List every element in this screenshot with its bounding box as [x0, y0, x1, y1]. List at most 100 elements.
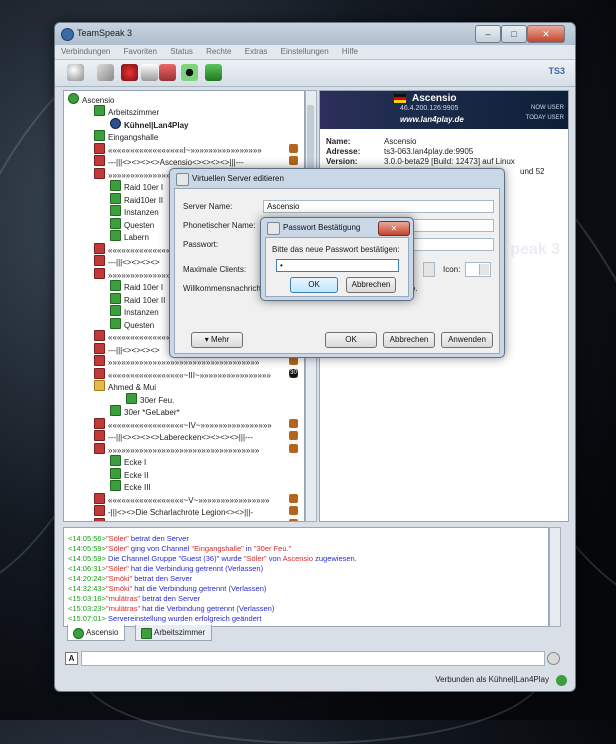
chat-text: "Söler": [243, 554, 267, 563]
tab-ascensio[interactable]: Ascensio: [67, 625, 126, 641]
password-label: Passwort:: [183, 240, 219, 249]
channel-row[interactable]: Arbeitszimmer: [94, 105, 159, 117]
menu-einstellungen[interactable]: Einstellungen: [281, 45, 329, 59]
cancel-button[interactable]: Abbrechen: [346, 277, 396, 293]
tab-arbeitszimmer[interactable]: Arbeitszimmer: [135, 625, 213, 641]
menu-extras[interactable]: Extras: [245, 45, 268, 59]
channel-flag-icon: [289, 143, 298, 153]
teamspeak-window: TeamSpeak 3 – □ ✕ Verbindungen Favoriten…: [54, 22, 576, 692]
channel-row[interactable]: Labern: [110, 230, 149, 242]
channel-row[interactable]: ---|||<><><><>Ascensio<><><><>|||---: [94, 155, 244, 167]
channel-row[interactable]: ---|||<><><><>: [94, 342, 160, 355]
channel-row[interactable]: -|||<><>Die Scharlachrote Legion<><>|||-: [94, 505, 253, 517]
menu-hilfe[interactable]: Hilfe: [342, 45, 358, 59]
channel-row[interactable]: Questen: [110, 217, 154, 230]
channel-label: Arbeitszimmer: [108, 108, 160, 117]
microphone-icon[interactable]: [205, 64, 222, 81]
channel-flag-icon: [289, 156, 298, 165]
channel-row[interactable]: 30er Feu.: [126, 392, 174, 405]
menu-status[interactable]: Status: [170, 45, 193, 59]
title-bar[interactable]: TeamSpeak 3 – □ ✕: [55, 23, 575, 45]
disconnect-icon[interactable]: [121, 64, 138, 81]
menu-favoriten[interactable]: Favoriten: [124, 45, 157, 59]
chat-text: Die Channel Gruppe "Guest (36)" wurde: [105, 554, 244, 563]
password-confirm-field[interactable]: •: [276, 259, 399, 272]
apply-button[interactable]: Anwenden: [441, 332, 493, 348]
channel-label: »»»»»»»»»»»»»»»»»»»»»»»»»»»»»»»»»»: [108, 521, 259, 522]
cancel-button[interactable]: Abbrechen: [383, 332, 435, 348]
channel-label: 30er *GeLaber*: [124, 408, 180, 417]
chat-scrollbar[interactable]: [549, 527, 561, 627]
channel-row[interactable]: »»»»»»»»»»»»»»»»»»»»»»»»»»»»»»»»»»: [94, 442, 259, 455]
folder-icon: [94, 380, 105, 391]
channel-label: Raid 10er I: [124, 183, 164, 192]
close-button[interactable]: ✕: [378, 221, 410, 236]
chat-text: hat die Verbindung getrennt (Verlassen): [132, 584, 267, 593]
server-name-field[interactable]: Ascensio: [263, 200, 494, 213]
ok-button[interactable]: OK: [290, 277, 338, 293]
menu-rechte[interactable]: Rechte: [206, 45, 231, 59]
channel-icon: [110, 192, 121, 204]
icon-dropdown[interactable]: [465, 262, 491, 277]
max-clients-spinner[interactable]: [423, 262, 435, 277]
bookmark-icon[interactable]: [97, 64, 114, 81]
speaker-icon[interactable]: [159, 64, 176, 81]
welcome-label: Willkommensnachricht:: [183, 284, 266, 293]
channel-row[interactable]: ---|||<><><><>Laberecken<><><><>|||---: [94, 430, 253, 442]
chat-line: <14:20:24>"Smöki" betrat den Server: [68, 574, 192, 583]
channel-row[interactable]: «««««««««««««««««~IV~»»»»»»»»»»»»»»»»: [94, 417, 272, 430]
banner-server-name: Ascensio: [412, 93, 457, 104]
channel-row[interactable]: Raid10er II: [110, 192, 163, 205]
channel-row[interactable]: Raid 10er I: [110, 280, 163, 292]
channel-row[interactable]: Eingangshalle: [94, 130, 158, 142]
chat-text: "Eingangshalle": [191, 544, 244, 553]
maximize-button[interactable]: □: [501, 25, 527, 43]
channel-row[interactable]: Ecke III: [110, 480, 151, 492]
channel-row[interactable]: «««««««««««««««««~III~»»»»»»»»»»»»»»»»: [94, 367, 271, 380]
close-button[interactable]: ✕: [527, 25, 565, 43]
channel-icon: [110, 405, 121, 416]
banner-ip: 46.4.200.126:9905: [400, 105, 459, 112]
chat-line: <14:06:31>"Söler" hat die Verbindung get…: [68, 564, 263, 573]
emoticon-icon[interactable]: [547, 652, 560, 665]
channel-row[interactable]: »»»»»»»»»»»»»»»»»»»»»»»»»»»»»»»»»»: [94, 517, 259, 522]
channel-icon: [110, 280, 121, 291]
chat-log[interactable]: <14:05:56>"Söler" betrat den Server <14:0…: [63, 527, 549, 627]
channel-row[interactable]: ---|||<><><><>: [94, 255, 160, 267]
chevron-down-icon: [479, 264, 489, 275]
channel-row[interactable]: Ahmed & Mui: [94, 380, 156, 392]
text-format-icon[interactable]: A: [65, 652, 78, 665]
server-row[interactable]: Ascensio: [68, 93, 114, 105]
menu-verbindungen[interactable]: Verbindungen: [61, 45, 110, 59]
channel-row[interactable]: Raid 10er I: [110, 180, 163, 192]
channel-icon: [110, 180, 121, 191]
channel-icon: [110, 217, 121, 229]
locked-channel-icon: [94, 342, 105, 354]
more-button[interactable]: ▾ Mehr: [191, 332, 243, 348]
chat-line: <15:03:16>"mulätras" betrat den Server: [68, 594, 200, 603]
channel-row[interactable]: 30er *GeLaber*: [110, 405, 180, 417]
chat-text: betrat den Server: [140, 594, 201, 603]
channel-row[interactable]: Raid 10er II: [110, 292, 165, 305]
chat-input[interactable]: [81, 651, 545, 666]
chat-text: Servereinstellung wurden erfolgreich geä…: [105, 614, 262, 623]
minimize-button[interactable]: –: [475, 25, 501, 43]
whisper-icon[interactable]: [181, 64, 198, 81]
channel-flag-icon: [289, 431, 298, 440]
client-row[interactable]: Kühnel|Lan4Play: [110, 117, 188, 130]
chat-tabs: Ascensio Arbeitszimmer: [63, 625, 559, 641]
channel-row[interactable]: «««««««««««««««««~V~»»»»»»»»»»»»»»»»: [94, 492, 270, 505]
password-confirm-dialog: Passwort Bestätigung ✕ Bitte das neue Pa…: [260, 217, 414, 301]
channel-row[interactable]: Questen: [110, 317, 154, 330]
channel-label: Ecke II: [124, 470, 149, 480]
channel-row[interactable]: Ecke I: [110, 455, 146, 467]
channel-row[interactable]: Ecke II: [110, 467, 149, 480]
ok-button[interactable]: OK: [325, 332, 377, 348]
channel-row[interactable]: Instanzen: [110, 305, 159, 317]
channel-row[interactable]: «««««««««««««««««I~»»»»»»»»»»»»»»»»: [94, 142, 262, 155]
prompt-text: Bitte das neue Passwort bestätigen:: [272, 245, 400, 254]
away-icon[interactable]: [141, 64, 158, 81]
connect-icon[interactable]: [67, 64, 84, 81]
channel-row[interactable]: Instanzen: [110, 205, 159, 217]
locked-channel-icon: [94, 330, 105, 341]
